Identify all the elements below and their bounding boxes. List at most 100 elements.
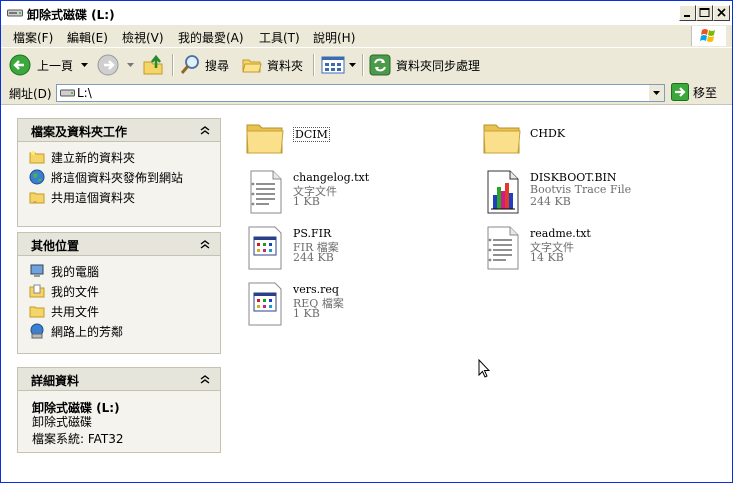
file-item-changelog[interactable]: changelog.txt 文字文件 1 KB xyxy=(245,169,475,219)
task-new-folder[interactable]: 建立新的資料夾 xyxy=(18,147,220,167)
details-panel: 詳細資料 卸除式磁碟 (L:) 卸除式磁碟 檔案系統: FAT32 xyxy=(17,367,221,453)
collapse-chevron-icon[interactable] xyxy=(199,124,211,136)
views-icon xyxy=(321,56,345,74)
up-folder-icon xyxy=(143,54,163,75)
place-label: 共用文件 xyxy=(51,304,100,319)
file-item-dcim[interactable]: DCIM xyxy=(245,115,475,165)
details-filesystem: 檔案系統: FAT32 xyxy=(32,432,124,446)
trace-file-icon xyxy=(487,170,519,214)
task-label: 共用這個資料夾 xyxy=(51,190,136,205)
mouse-cursor-icon xyxy=(478,359,490,378)
maximize-icon xyxy=(699,8,710,17)
windows-flag-icon xyxy=(700,29,715,42)
address-dropdown-button[interactable] xyxy=(648,85,664,101)
binary-file-icon xyxy=(248,226,282,270)
globe-icon xyxy=(29,169,45,185)
title-bar[interactable]: 卸除式磁碟 (L:) xyxy=(1,1,732,26)
documents-folder-icon xyxy=(29,284,45,298)
binary-file-icon xyxy=(248,282,282,326)
address-bar: 網址(D) L:\ 移至 xyxy=(1,82,732,105)
back-button[interactable]: 上一頁 xyxy=(9,53,89,77)
menu-file[interactable]: 檔案(F) xyxy=(13,29,53,46)
place-label: 我的文件 xyxy=(51,284,100,299)
place-label: 我的電腦 xyxy=(51,264,100,279)
go-button[interactable]: 移至 xyxy=(671,83,717,101)
folders-label: 資料夾 xyxy=(267,58,304,73)
close-button[interactable] xyxy=(713,5,730,21)
file-size: 244 KB xyxy=(293,251,334,264)
menu-help[interactable]: 說明(H) xyxy=(313,29,355,46)
drive-icon xyxy=(7,9,23,17)
place-shared-documents[interactable]: 共用文件 xyxy=(18,301,220,321)
drive-icon xyxy=(60,89,75,97)
text-file-icon xyxy=(487,226,519,270)
windows-logo xyxy=(691,26,726,46)
folder-sync-button[interactable]: 資料夾同步處理 xyxy=(369,53,480,77)
folder-icon xyxy=(483,124,521,154)
close-icon xyxy=(717,8,726,17)
collapse-chevron-icon[interactable] xyxy=(199,238,211,250)
minimize-icon xyxy=(684,15,690,17)
minimize-button[interactable] xyxy=(679,5,696,21)
task-share-folder[interactable]: 共用這個資料夾 xyxy=(18,187,220,207)
menu-favorites[interactable]: 我的最愛(A) xyxy=(178,29,244,46)
panel-title: 詳細資料 xyxy=(31,374,80,388)
file-item-psfir[interactable]: PS.FIR FIR 檔案 244 KB xyxy=(245,225,475,275)
other-places-panel: 其他位置 我的電腦 我的文件 共用文件 網路上的芳鄰 xyxy=(17,232,221,354)
details-name: 卸除式磁碟 (L:) xyxy=(32,401,120,415)
forward-arrow-icon xyxy=(97,54,119,76)
panel-title: 其他位置 xyxy=(31,239,80,253)
file-name: CHDK xyxy=(530,127,566,140)
chevron-down-icon[interactable] xyxy=(349,63,356,67)
menu-view[interactable]: 檢視(V) xyxy=(122,29,164,46)
file-size: 244 KB xyxy=(530,195,571,208)
sync-icon xyxy=(369,54,391,76)
other-places-header[interactable]: 其他位置 xyxy=(18,233,220,256)
address-label: 網址(D) xyxy=(9,87,52,101)
forward-button[interactable] xyxy=(97,53,134,77)
file-size: 14 KB xyxy=(530,251,564,264)
file-size: 1 KB xyxy=(293,307,320,320)
file-item-versreq[interactable]: vers.req REQ 檔案 1 KB xyxy=(245,281,475,331)
place-network[interactable]: 網路上的芳鄰 xyxy=(18,321,220,341)
go-label: 移至 xyxy=(693,85,718,100)
explorer-window: 卸除式磁碟 (L:) 檔案(F) 編輯(E) 檢視(V) 我的最愛(A) 工具(… xyxy=(0,0,733,483)
collapse-chevron-icon[interactable] xyxy=(199,373,211,385)
file-item-chdk[interactable]: CHDK xyxy=(482,115,712,165)
back-label: 上一頁 xyxy=(37,58,74,73)
details-header[interactable]: 詳細資料 xyxy=(18,368,220,391)
task-label: 建立新的資料夾 xyxy=(51,150,136,165)
task-label: 將這個資料夾發佈到網站 xyxy=(51,170,184,185)
file-size: 1 KB xyxy=(293,195,320,208)
place-my-computer[interactable]: 我的電腦 xyxy=(18,261,220,281)
back-arrow-icon xyxy=(9,54,31,76)
task-pane: 檔案及資料夾工作 建立新的資料夾 將這個資料夾發佈到網站 共用這個資料夾 其他位… xyxy=(1,105,231,482)
file-item-readme[interactable]: readme.txt 文字文件 14 KB xyxy=(482,225,712,275)
menu-tools[interactable]: 工具(T) xyxy=(259,29,300,46)
task-publish-web[interactable]: 將這個資料夾發佈到網站 xyxy=(18,167,220,187)
new-folder-icon xyxy=(29,151,45,164)
folders-icon xyxy=(242,59,262,73)
place-my-documents[interactable]: 我的文件 xyxy=(18,281,220,301)
address-value: L:\ xyxy=(77,86,92,100)
views-button[interactable] xyxy=(321,53,356,77)
file-tasks-panel: 檔案及資料夾工作 建立新的資料夾 將這個資料夾發佈到網站 共用這個資料夾 xyxy=(17,118,221,227)
chevron-down-icon[interactable] xyxy=(81,63,89,67)
menu-edit[interactable]: 編輯(E) xyxy=(67,29,108,46)
address-input[interactable]: L:\ xyxy=(56,84,665,102)
search-icon xyxy=(180,55,199,74)
file-item-diskboot[interactable]: DISKBOOT.BIN Bootvis Trace File 244 KB xyxy=(482,169,712,219)
text-file-icon xyxy=(250,170,282,214)
search-label: 搜尋 xyxy=(205,58,230,73)
file-tasks-header[interactable]: 檔案及資料夾工作 xyxy=(18,119,220,142)
panel-title: 檔案及資料夾工作 xyxy=(31,125,128,139)
maximize-button[interactable] xyxy=(696,5,713,21)
file-list-view: DCIM CHDK changelog.txt 文字文件 1 KB DISKBO… xyxy=(231,105,732,482)
up-folder-button[interactable] xyxy=(142,53,166,77)
folder-sync-label: 資料夾同步處理 xyxy=(396,58,481,73)
folders-button[interactable]: 資料夾 xyxy=(241,53,303,77)
chevron-down-icon[interactable] xyxy=(127,63,134,67)
search-button[interactable]: 搜尋 xyxy=(179,53,229,77)
window-title: 卸除式磁碟 (L:) xyxy=(27,8,115,22)
place-label: 網路上的芳鄰 xyxy=(51,324,124,339)
